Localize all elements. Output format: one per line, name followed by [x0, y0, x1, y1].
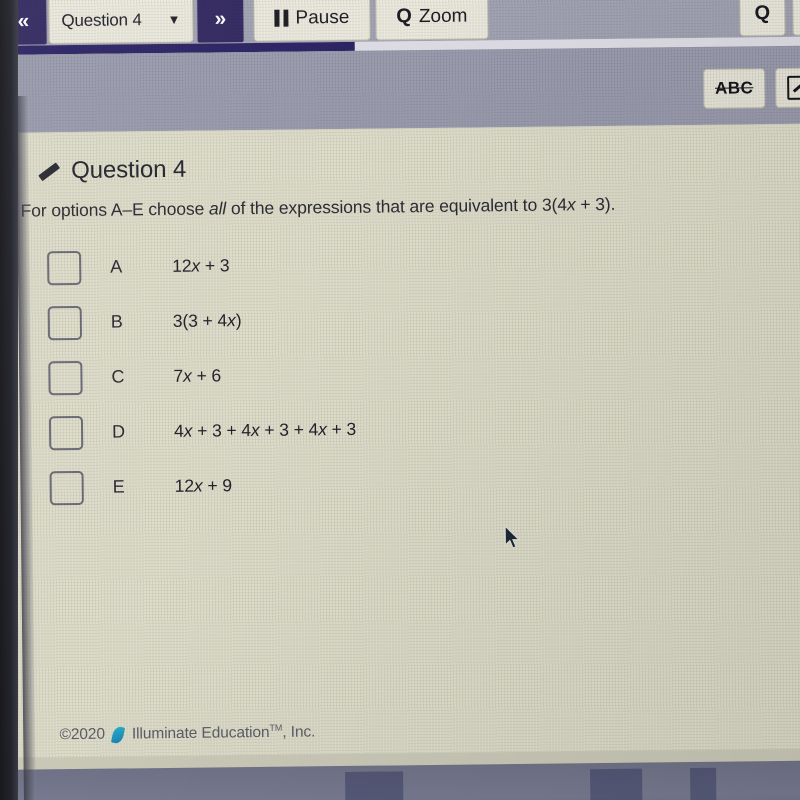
- chevron-down-icon: ▼: [167, 11, 181, 27]
- pause-icon: [274, 9, 289, 27]
- shelf-block-3: [690, 767, 717, 800]
- strikethrough-tool-label: ABC: [714, 78, 754, 98]
- option-letter: D: [111, 421, 126, 442]
- option-expression-pre: 3(3 + 4: [172, 310, 228, 331]
- trademark-symbol: TM: [269, 723, 283, 734]
- pause-button[interactable]: Pause: [253, 0, 371, 42]
- answer-option-c[interactable]: C 7x + 6: [48, 342, 749, 405]
- illuminate-leaf-logo: [111, 725, 126, 744]
- option-expression-variable: x: [226, 310, 236, 331]
- answer-option-a[interactable]: A 12x + 3: [47, 232, 748, 295]
- question-select-value: Question 4: [61, 9, 142, 30]
- option-expression: 12x + 9: [175, 475, 232, 497]
- zoom-button[interactable]: Q Zoom: [375, 0, 489, 41]
- checkbox-c[interactable]: [48, 360, 83, 395]
- option-expression-variable: x: [193, 475, 203, 496]
- option-expression-post: + 3 + 4x + 3 + 4x + 3: [192, 418, 357, 441]
- magnifier-icon: Q: [396, 5, 413, 28]
- option-expression-pre: 4: [173, 420, 184, 441]
- question-select-dropdown[interactable]: Question 4 ▼: [48, 0, 194, 45]
- company-name-main: Illuminate Education: [131, 724, 270, 743]
- pencil-icon: [38, 160, 60, 182]
- assessment-screen: « Question 4 ▼ » Pause Q Zoom Q ABC Ques…: [0, 0, 800, 784]
- answer-options-list: A 12x + 3 B 3(3 + 4x) C 7x + 6 D 4x + 3 + 4x + …: [47, 232, 750, 515]
- next-question-button[interactable]: »: [197, 0, 244, 43]
- prompt-emphasis: all: [208, 198, 227, 219]
- option-expression-pre: 7: [173, 365, 184, 386]
- previous-icon: «: [17, 9, 30, 33]
- option-expression-pre: 12: [174, 475, 195, 496]
- prompt-part-3: + 3).: [575, 193, 616, 215]
- annotate-tool-button[interactable]: [775, 67, 800, 109]
- strikethrough-tool-button[interactable]: ABC: [703, 68, 766, 109]
- option-expression-post: + 9: [202, 475, 233, 496]
- pause-label: Pause: [295, 6, 350, 28]
- prompt-part-2: of the expressions that are equivalent t…: [226, 194, 568, 219]
- company-name: Illuminate EducationTM, Inc.: [132, 723, 316, 744]
- photo-of-screen: « Question 4 ▼ » Pause Q Zoom Q ABC Ques…: [0, 0, 800, 800]
- shelf-block-1: [345, 771, 404, 800]
- toolbar-overflow-button[interactable]: [792, 0, 800, 36]
- option-expression: 12x + 3: [172, 255, 229, 277]
- option-expression-pre: 12: [172, 255, 192, 276]
- search-button[interactable]: Q: [739, 0, 786, 37]
- page-title: Question 4: [70, 155, 187, 185]
- option-expression: 4x + 3 + 4x + 3 + 4x + 3: [174, 419, 356, 442]
- checkbox-d[interactable]: [48, 415, 84, 450]
- checkbox-b[interactable]: [47, 305, 83, 340]
- option-expression-variable: x: [191, 255, 201, 276]
- secondary-toolbar: ABC: [0, 45, 800, 133]
- footer: ©2020 Illuminate EducationTM, Inc.: [0, 704, 800, 757]
- option-letter: A: [110, 256, 123, 277]
- option-expression: 7x + 6: [173, 365, 221, 387]
- next-icon: »: [214, 6, 227, 30]
- option-expression: 3(3 + 4x): [173, 310, 242, 332]
- option-expression-post: + 3: [200, 255, 230, 276]
- answer-option-b[interactable]: B 3(3 + 4x): [47, 287, 749, 350]
- pencil-edit-icon: [787, 75, 800, 100]
- shelf-block-2: [590, 768, 643, 800]
- answer-option-e[interactable]: E 12x + 9: [49, 452, 750, 515]
- search-icon: Q: [754, 1, 771, 24]
- company-name-suffix: , Inc.: [282, 723, 316, 742]
- question-header: Question 4: [38, 156, 186, 186]
- checkbox-a[interactable]: [47, 250, 82, 285]
- option-letter: C: [111, 366, 125, 387]
- question-prompt: For options A–E choose all of the expres…: [20, 194, 615, 222]
- mouse-cursor: [504, 524, 521, 551]
- checkbox-e[interactable]: [49, 470, 84, 505]
- prompt-part-1: For options A–E choose: [20, 198, 210, 221]
- option-expression-post: ): [235, 310, 242, 331]
- copyright-year: ©2020: [59, 725, 106, 744]
- option-letter: E: [112, 476, 125, 497]
- zoom-label: Zoom: [418, 5, 468, 27]
- question-content-area: Question 4 For options A–E choose all of…: [0, 123, 800, 758]
- answer-option-d[interactable]: D 4x + 3 + 4x + 3 + 4x + 3: [48, 397, 750, 460]
- option-expression-post: + 6: [191, 365, 222, 386]
- option-letter: B: [110, 311, 123, 332]
- screen-left-bezel: [0, 0, 18, 800]
- prompt-variable: x: [566, 194, 576, 215]
